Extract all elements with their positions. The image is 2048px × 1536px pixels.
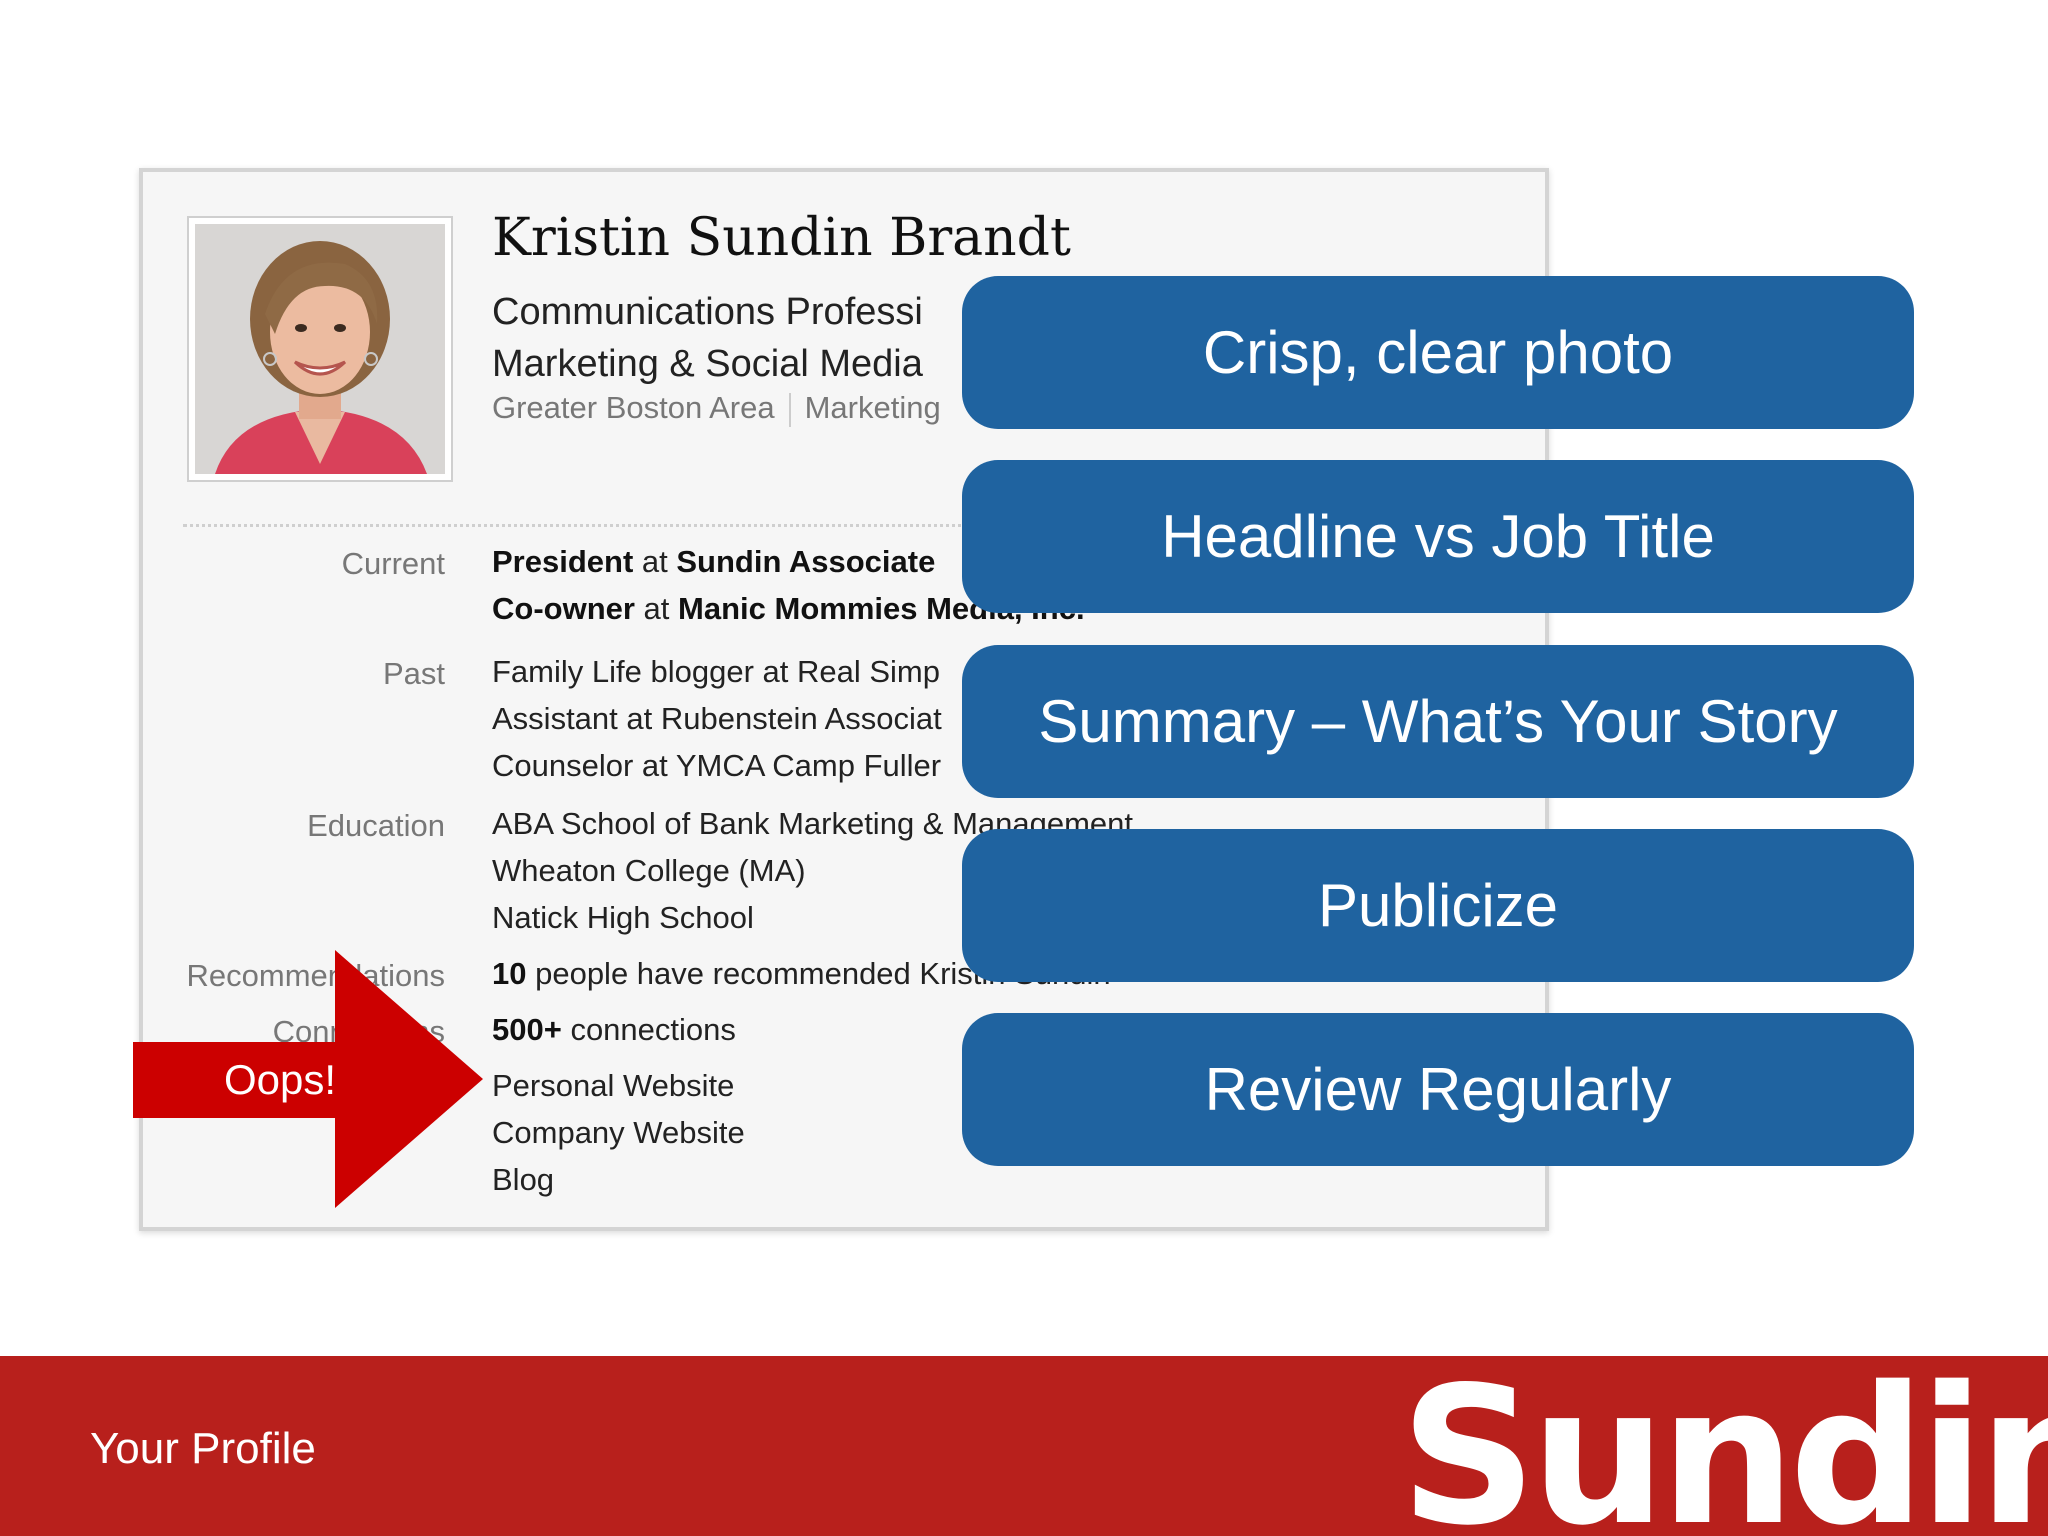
profile-photo xyxy=(195,224,445,474)
oops-label: Oops! xyxy=(224,1056,337,1103)
connections-value[interactable]: 500+ connections xyxy=(492,1006,736,1053)
tip-photo: Crisp, clear photo xyxy=(962,276,1914,429)
website-blog[interactable]: Blog xyxy=(492,1156,745,1203)
headline-line-2: Marketing & Social Media xyxy=(492,343,923,385)
location: Greater Boston Area xyxy=(492,390,775,425)
profile-photo-frame xyxy=(187,216,453,482)
footer-title: Your Profile xyxy=(90,1424,316,1473)
website-personal[interactable]: Personal Website xyxy=(492,1062,745,1109)
websites-list: Personal Website Company Website Blog xyxy=(492,1062,745,1203)
past-label: Past xyxy=(382,656,445,691)
location-divider xyxy=(788,392,791,427)
portrait-image xyxy=(195,224,445,474)
location-line: Greater Boston Area Marketing xyxy=(492,390,941,427)
website-company[interactable]: Company Website xyxy=(492,1109,745,1156)
tip-summary: Summary – What’s Your Story xyxy=(962,645,1914,798)
section-divider xyxy=(183,524,1083,527)
tip-headline: Headline vs Job Title xyxy=(962,460,1914,613)
profile-headline: Communications Professi Marketing & Soci… xyxy=(492,286,923,390)
education-label: Education xyxy=(307,808,445,843)
profile-name: Kristin Sundin Brandt xyxy=(492,208,1071,268)
tip-review: Review Regularly xyxy=(962,1013,1914,1166)
tip-publicize: Publicize xyxy=(962,829,1914,982)
industry: Marketing xyxy=(804,390,941,425)
past-position-2[interactable]: Assistant at Rubenstein Associat xyxy=(492,695,942,742)
current-label: Current xyxy=(341,546,445,581)
footer-bar: Your Profile Sundin xyxy=(0,1356,2048,1536)
sundin-logo: Sundin xyxy=(1400,1356,2048,1536)
past-positions: Family Life blogger at Real Simp Assista… xyxy=(492,648,942,789)
past-position-3[interactable]: Counselor at YMCA Camp Fuller xyxy=(492,742,942,789)
past-position-1[interactable]: Family Life blogger at Real Simp xyxy=(492,648,942,695)
headline-line-1: Communications Professi xyxy=(492,291,923,333)
